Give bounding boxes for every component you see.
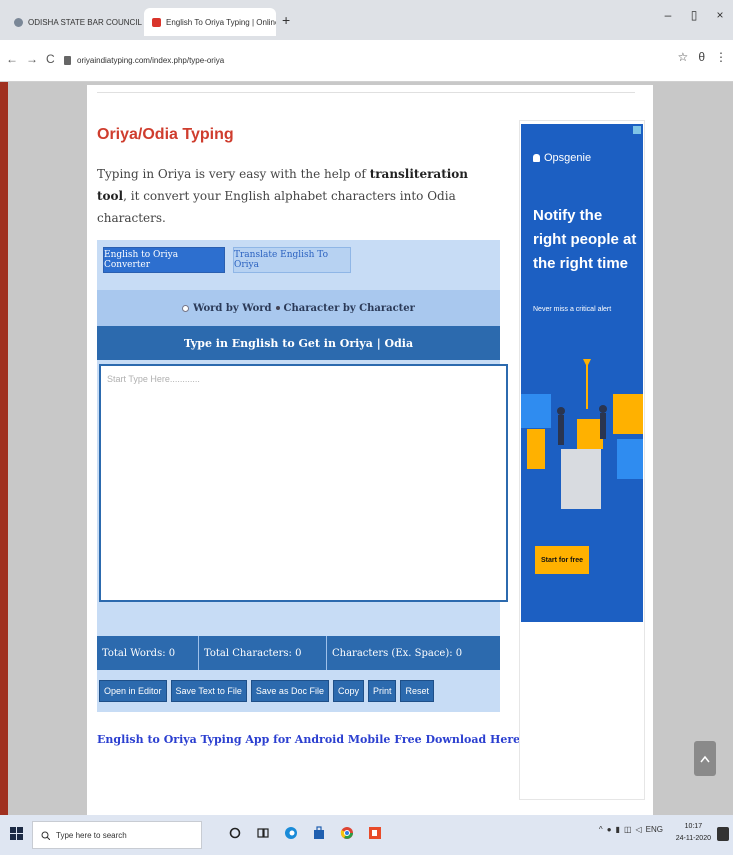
task-view-icon[interactable] <box>256 825 270 841</box>
tray-app-icon[interactable]: ● <box>607 825 612 834</box>
clock-time: 10:17 <box>684 823 703 830</box>
total-words-count: Total Words: 0 <box>97 636 199 670</box>
windows-taskbar: Type here to search ^ ● ▮ ◫ ◁ ENG 10:17 … <box>0 815 733 855</box>
print-button[interactable]: Print <box>367 680 397 702</box>
open-in-editor-button[interactable]: Open in Editor <box>99 680 167 702</box>
tab-translate-english-to-oriya[interactable]: Translate English To Oriya <box>233 247 351 273</box>
copy-button[interactable]: Copy <box>332 680 364 702</box>
browser-tab-strip: ODISHA STATE BAR COUNCIL × English To Or… <box>0 0 733 40</box>
close-window-button[interactable]: × <box>707 8 733 28</box>
desktop-edge <box>0 82 8 815</box>
ad-brand-name: Opsgenie <box>544 152 592 164</box>
notification-center-icon[interactable] <box>717 827 729 841</box>
editor-header: Type in English to Get in Oriya | Odia <box>97 326 500 360</box>
cortana-icon[interactable] <box>228 825 242 841</box>
word-by-word-label: Word by Word <box>193 302 272 314</box>
clock-date: 24-11-2020 <box>675 835 711 842</box>
page-title: Oriya/Odia Typing <box>97 126 234 143</box>
intro-text-end: , it convert your English alphabet chara… <box>97 189 456 225</box>
show-hidden-icons-icon[interactable]: ^ <box>599 825 603 834</box>
new-tab-button[interactable]: + <box>282 12 290 28</box>
minimize-button[interactable]: – <box>655 8 681 28</box>
profile-icon[interactable]: θ <box>698 50 705 64</box>
ad-brand: Opsgenie <box>533 152 591 164</box>
tab-english-to-oriya-converter[interactable]: English to Oriya Converter <box>103 247 225 273</box>
maximize-button[interactable]: ▯ <box>681 8 707 28</box>
network-icon[interactable]: ◫ <box>624 825 632 834</box>
intro-paragraph: Typing in Oriya is very easy with the he… <box>97 163 497 229</box>
chevron-up-icon <box>700 755 710 762</box>
bookmark-star-icon[interactable]: ☆ <box>678 50 689 64</box>
store-icon[interactable] <box>312 825 326 841</box>
taskbar-apps <box>228 825 382 841</box>
edge-browser-icon[interactable] <box>284 825 298 841</box>
browser-tab-oriya-typing[interactable]: English To Oriya Typing | Online × <box>144 8 276 36</box>
search-placeholder: Type here to search <box>56 830 127 840</box>
chrome-icon[interactable] <box>340 825 354 841</box>
save-text-file-button[interactable]: Save Text to File <box>170 680 247 702</box>
site-favicon-icon <box>152 17 161 27</box>
typing-input[interactable] <box>99 364 508 602</box>
windows-start-icon[interactable] <box>10 827 24 841</box>
volume-icon[interactable]: ◁ <box>636 825 642 834</box>
android-app-download-link[interactable]: English to Oriya Typing App for Android … <box>97 733 520 746</box>
divider <box>97 92 635 93</box>
ad-illustration <box>521 359 643 509</box>
omnibox-actions: ☆ θ ⋮ <box>678 50 727 64</box>
menu-icon[interactable]: ⋮ <box>715 50 727 64</box>
taskbar-search-field[interactable]: Type here to search <box>32 821 202 849</box>
reload-button[interactable]: C <box>46 52 55 66</box>
opsgenie-logo-icon <box>533 154 540 162</box>
ad-cta-button[interactable]: Start for free <box>535 546 589 574</box>
mode-selector: Word by Word Character by Character <box>97 290 500 326</box>
browser-tab-bar-council[interactable]: ODISHA STATE BAR COUNCIL × <box>6 8 144 36</box>
tab-title: English To Oriya Typing | Online <box>166 17 276 27</box>
typing-tool-panel: English to Oriya Converter Translate Eng… <box>97 240 508 712</box>
reset-button[interactable]: Reset <box>400 680 434 702</box>
scroll-to-top-button[interactable] <box>694 741 716 776</box>
stats-row: Total Words: 0 Total Characters: 0 Chara… <box>97 636 500 670</box>
back-button[interactable]: ← <box>6 52 18 66</box>
battery-icon[interactable]: ▮ <box>616 825 620 834</box>
address-bar-row: ← → C oriyaindiatyping.com/index.php/typ… <box>0 40 733 82</box>
total-characters-count: Total Characters: 0 <box>199 636 327 670</box>
url-field[interactable]: oriyaindiatyping.com/index.php/type-oriy… <box>64 50 664 70</box>
ad-headline: Notify the right people at the right tim… <box>533 207 637 272</box>
action-buttons: Open in Editor Save Text to File Save as… <box>97 674 500 708</box>
screenshot: ODISHA STATE BAR COUNCIL × English To Or… <box>0 0 733 855</box>
url-text: oriyaindiatyping.com/index.php/type-oriy… <box>77 55 225 65</box>
advertisement-banner[interactable]: Opsgenie Notify the right people at the … <box>521 124 643 622</box>
taskbar-clock[interactable]: 10:17 24-11-2020 <box>676 821 711 845</box>
character-by-character-label: Character by Character <box>283 302 415 314</box>
globe-icon <box>14 17 23 27</box>
tab-title: ODISHA STATE BAR COUNCIL <box>28 17 142 27</box>
ad-info-icon[interactable] <box>633 126 641 134</box>
window-controls: – ▯ × <box>655 8 733 28</box>
ad-subtext: Never miss a critical alert <box>533 306 612 313</box>
search-icon <box>41 831 50 840</box>
forward-button[interactable]: → <box>26 52 38 66</box>
save-doc-file-button[interactable]: Save as Doc File <box>250 680 329 702</box>
lock-icon <box>64 55 71 65</box>
characters-excluding-space-count: Characters (Ex. Space): 0 <box>332 647 463 659</box>
system-tray: ^ ● ▮ ◫ ◁ ENG <box>599 825 663 834</box>
word-by-word-radio[interactable] <box>182 304 190 312</box>
presentation-app-icon[interactable] <box>368 825 382 841</box>
intro-text: Typing in Oriya is very easy with the he… <box>97 167 370 181</box>
language-indicator[interactable]: ENG <box>646 825 663 834</box>
character-by-character-radio[interactable] <box>275 306 280 310</box>
